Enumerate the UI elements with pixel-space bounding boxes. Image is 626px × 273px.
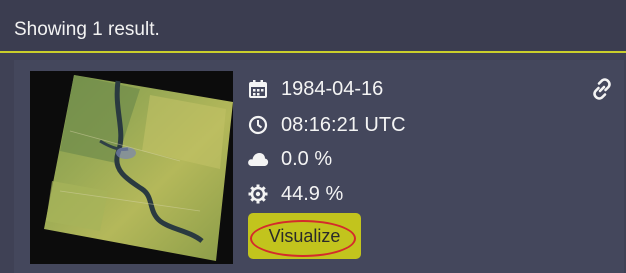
time-row: 08:16:21 UTC: [247, 111, 406, 139]
quality-row: 44.9 %: [247, 180, 343, 208]
acquisition-date: 1984-04-16: [281, 78, 384, 100]
visualize-button-label: Visualize: [268, 225, 341, 246]
date-row: 1984-04-16: [247, 75, 383, 103]
clock-icon: [247, 114, 269, 136]
results-panel: Showing 1 result. 1984-04-16 08:16:21 UT…: [0, 0, 626, 273]
cloud-cover-value: 0.0 %: [281, 148, 333, 170]
results-count-text: Showing 1 result.: [14, 19, 160, 40]
link-icon[interactable]: [590, 77, 614, 101]
calendar-icon: [247, 78, 269, 100]
acquisition-time: 08:16:21 UTC: [281, 114, 406, 136]
gear-icon: [247, 183, 269, 205]
visualize-button[interactable]: Visualize: [248, 213, 361, 259]
satellite-image: [44, 75, 233, 261]
cloud-cover-row: 0.0 %: [247, 145, 332, 173]
quality-value: 44.9 %: [281, 183, 344, 205]
results-header: Showing 1 result.: [0, 0, 626, 53]
scene-thumbnail[interactable]: [30, 71, 233, 264]
cloud-icon: [247, 148, 269, 170]
